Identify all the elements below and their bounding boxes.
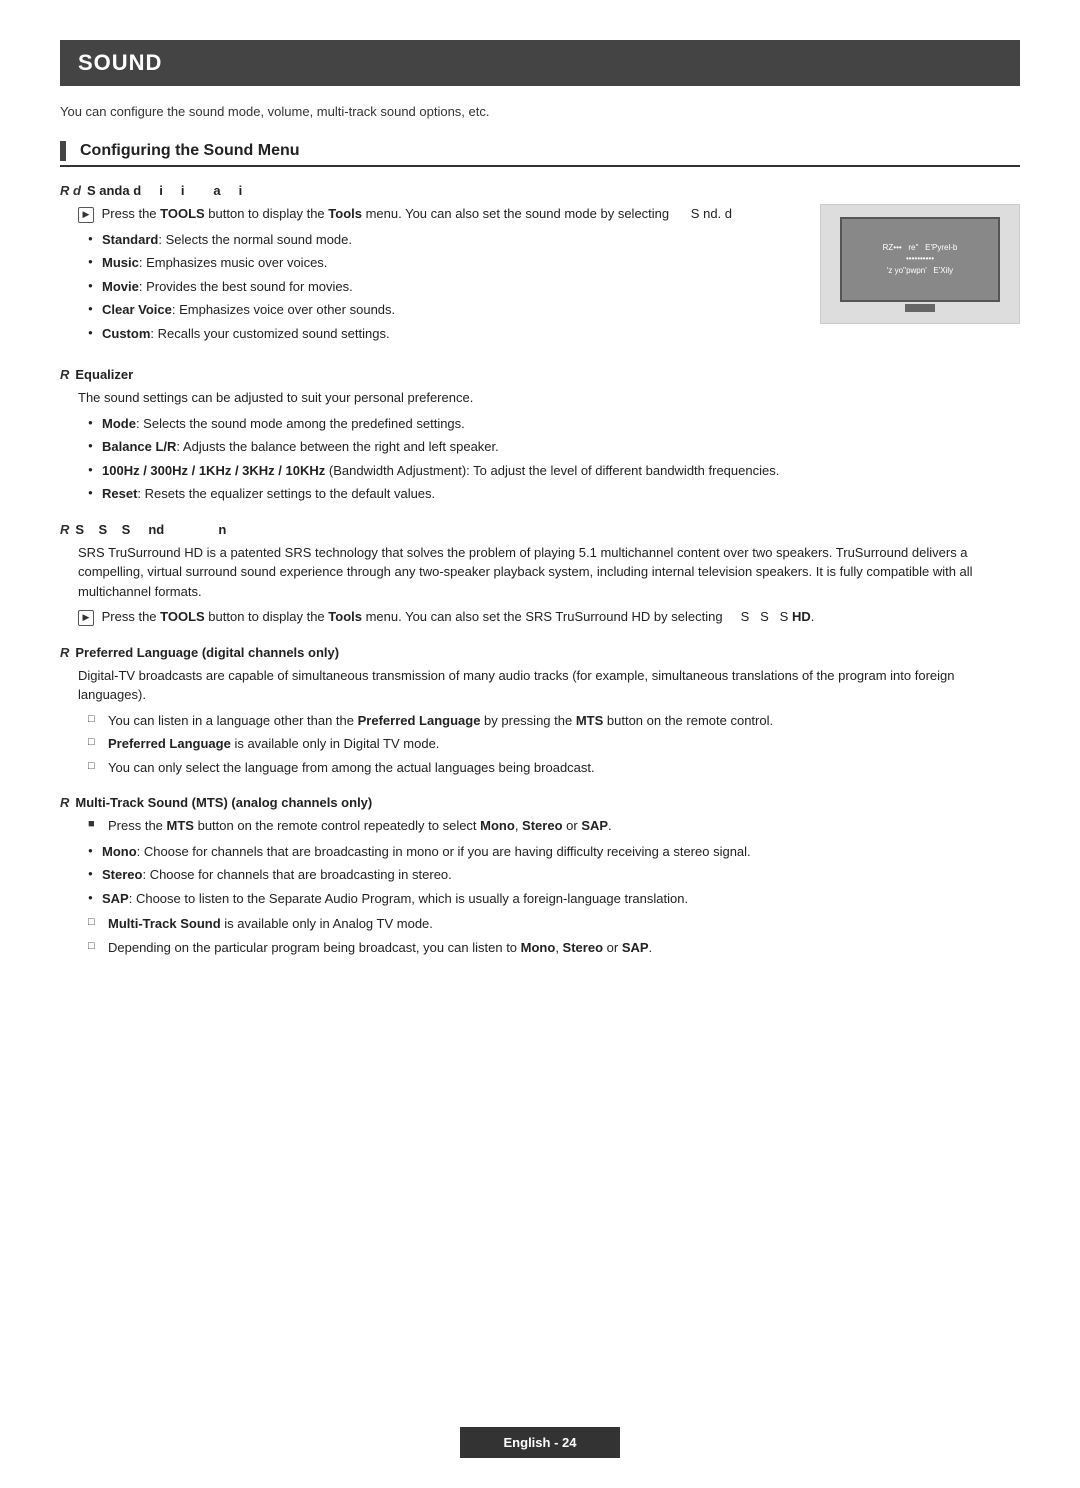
note-preferred-1: □ You can listen in a language other tha… bbox=[88, 711, 1020, 731]
mts-extra-notes: □ Multi-Track Sound is available only in… bbox=[88, 914, 1020, 957]
mts-note-icon-2: □ bbox=[88, 914, 95, 931]
subsection-title-row-srs: R S S S nd n bbox=[60, 522, 1020, 537]
mts-bullets: Mono: Choose for channels that are broad… bbox=[88, 842, 1020, 909]
sound-mode-tools-note: ▶ Press the TOOLS button to display the … bbox=[78, 204, 804, 224]
subsection-preferred-language: R Preferred Language (digital channels o… bbox=[60, 645, 1020, 778]
subsection-title-srs: S S S nd n bbox=[75, 522, 226, 537]
note-icon-1: □ bbox=[88, 711, 95, 728]
bullet-balance: Balance L/R: Adjusts the balance between… bbox=[88, 437, 1020, 457]
remote-icon: ▶ bbox=[78, 207, 94, 223]
mts-note-analog: □ Multi-Track Sound is available only in… bbox=[88, 914, 1020, 934]
mts-note-broadcast: □ Depending on the particular program be… bbox=[88, 938, 1020, 958]
bullet-custom: Custom: Recalls your customized sound se… bbox=[88, 324, 804, 344]
tv-stand bbox=[905, 304, 935, 312]
section-heading: Configuring the Sound Menu bbox=[60, 141, 1020, 167]
footer-bar: English - 24 bbox=[460, 1427, 620, 1458]
preferred-language-body: Digital-TV broadcasts are capable of sim… bbox=[78, 666, 1020, 778]
note-preferred-2: □ Preferred Language is available only i… bbox=[88, 734, 1020, 754]
subsection-title-mts: Multi-Track Sound (MTS) (analog channels… bbox=[75, 795, 372, 810]
tv-screen: RZ••• re'' E'Pyrel-b •••••••••• 'z yo''p… bbox=[840, 217, 1000, 302]
subsection-mts: R Multi-Track Sound (MTS) (analog channe… bbox=[60, 795, 1020, 957]
subsection-sound-mode: R d S anda d i i a i ▶ Press the TOOLS b… bbox=[60, 183, 1020, 349]
r-label-equalizer: R bbox=[60, 367, 69, 382]
bullet-standard: Standard: Selects the normal sound mode. bbox=[88, 230, 804, 250]
bullet-music: Music: Emphasizes music over voices. bbox=[88, 253, 804, 273]
subsection-title-equalizer: Equalizer bbox=[75, 367, 133, 382]
r-label-mts: R bbox=[60, 795, 69, 810]
srs-body: SRS TruSurround HD is a patented SRS tec… bbox=[78, 543, 1020, 627]
bullet-stereo: Stereo: Choose for channels that are bro… bbox=[88, 865, 1020, 885]
intro-text: You can configure the sound mode, volume… bbox=[60, 104, 1020, 119]
mts-note-list: ■ Press the MTS button on the remote con… bbox=[88, 816, 1020, 836]
subsection-title-row-mts: R Multi-Track Sound (MTS) (analog channe… bbox=[60, 795, 1020, 810]
subsection-srs: R S S S nd n SRS TruSurround HD is a pat… bbox=[60, 522, 1020, 627]
bullet-sap: SAP: Choose to listen to the Separate Au… bbox=[88, 889, 1020, 909]
subsection-equalizer: R Equalizer The sound settings can be ad… bbox=[60, 367, 1020, 504]
mts-main-note: ■ Press the MTS button on the remote con… bbox=[88, 816, 1020, 836]
equalizer-intro: The sound settings can be adjusted to su… bbox=[78, 388, 1020, 408]
bullet-reset: Reset: Resets the equalizer settings to … bbox=[88, 484, 1020, 504]
r-label-preferred-language: R bbox=[60, 645, 69, 660]
bullet-mode: Mode: Selects the sound mode among the p… bbox=[88, 414, 1020, 434]
mts-note-icon: ■ bbox=[88, 816, 95, 833]
equalizer-bullets: Mode: Selects the sound mode among the p… bbox=[88, 414, 1020, 504]
note-icon-2: □ bbox=[88, 734, 95, 751]
note-preferred-3: □ You can only select the language from … bbox=[88, 758, 1020, 778]
mts-note-icon-3: □ bbox=[88, 938, 95, 955]
preferred-language-notes: □ You can listen in a language other tha… bbox=[88, 711, 1020, 778]
first-subsection-container: ▶ Press the TOOLS button to display the … bbox=[60, 204, 1020, 349]
equalizer-body: The sound settings can be adjusted to su… bbox=[78, 388, 1020, 504]
bullet-movie: Movie: Provides the best sound for movie… bbox=[88, 277, 804, 297]
bullet-mono: Mono: Choose for channels that are broad… bbox=[88, 842, 1020, 862]
sound-mode-body: ▶ Press the TOOLS button to display the … bbox=[78, 204, 804, 343]
subsection-title-preferred-language: Preferred Language (digital channels onl… bbox=[75, 645, 339, 660]
remote-icon-srs: ▶ bbox=[78, 610, 94, 626]
bullet-bandwidth: 100Hz / 300Hz / 1KHz / 3KHz / 10KHz (Ban… bbox=[88, 461, 1020, 481]
subsection-title-sound-mode: S anda d i i a i bbox=[87, 183, 242, 198]
bullet-clear-voice: Clear Voice: Emphasizes voice over other… bbox=[88, 300, 804, 320]
note-icon-3: □ bbox=[88, 758, 95, 775]
section-heading-label: Configuring the Sound Menu bbox=[80, 142, 300, 160]
subsection-title-row-preferred-language: R Preferred Language (digital channels o… bbox=[60, 645, 1020, 660]
srs-tools-note: ▶ Press the TOOLS button to display the … bbox=[78, 607, 1020, 627]
sound-mode-bullets: Standard: Selects the normal sound mode.… bbox=[88, 230, 804, 344]
tv-image: RZ••• re'' E'Pyrel-b •••••••••• 'z yo''p… bbox=[820, 204, 1020, 324]
subsection-title-row-equalizer: R Equalizer bbox=[60, 367, 1020, 382]
subsection-title-row-sound-mode: R d S anda d i i a i bbox=[60, 183, 1020, 198]
tv-screen-text: RZ••• re'' E'Pyrel-b •••••••••• 'z yo''p… bbox=[879, 238, 962, 280]
preferred-language-description: Digital-TV broadcasts are capable of sim… bbox=[78, 666, 1020, 705]
srs-description: SRS TruSurround HD is a patented SRS tec… bbox=[78, 543, 1020, 602]
r-label-sound-mode: R d bbox=[60, 183, 81, 198]
page-title: SOUND bbox=[60, 40, 1020, 86]
r-label-srs: R bbox=[60, 522, 69, 537]
first-subsection-text: ▶ Press the TOOLS button to display the … bbox=[60, 204, 804, 349]
heading-bar bbox=[60, 141, 66, 161]
mts-body: ■ Press the MTS button on the remote con… bbox=[78, 816, 1020, 957]
